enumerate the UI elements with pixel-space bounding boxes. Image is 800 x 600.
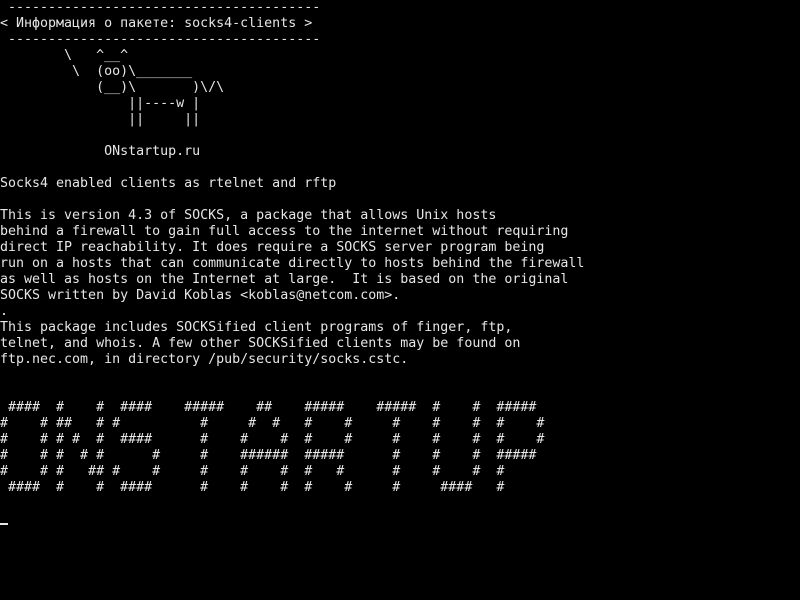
banner-art-line: #### # # #### ##### ## ##### ##### # # #… <box>0 400 537 415</box>
cowsay-border-bottom: --------------------------------------- <box>0 32 321 47</box>
description-line: behind a firewall to gain full access to… <box>0 224 569 239</box>
description-line: This package includes SOCKSified client … <box>0 320 513 335</box>
terminal-screen[interactable]: --------------------------------------- … <box>0 0 800 600</box>
description-line: as well as hosts on the Internet at larg… <box>0 272 569 287</box>
site-credit: ONstartup.ru <box>0 144 201 159</box>
banner-art-line: # # # ## # # # # # # # # # # # <box>0 464 505 479</box>
description-line: ftp.nec.com, in directory /pub/security/… <box>0 352 409 367</box>
cow-art-line: \ (oo)\_______ <box>0 64 193 79</box>
text-cursor <box>0 523 8 525</box>
package-summary: Socks4 enabled clients as rtelnet and rf… <box>0 176 337 191</box>
cowsay-message: < Информация о пакете: socks4-clients > <box>0 16 313 31</box>
description-line: . <box>0 304 9 319</box>
description-line: SOCKS written by David Koblas <koblas@ne… <box>0 288 401 303</box>
description-line: This is version 4.3 of SOCKS, a package … <box>0 208 497 223</box>
cow-art-line: \ ^__^ <box>0 48 129 63</box>
banner-art-line: # # # # # # # ###### ##### # # # ##### <box>0 448 537 463</box>
banner-art-line: # # ## # # # # # # # # # # # # <box>0 416 545 431</box>
banner-art-line: # # # # # #### # # # # # # # # # # <box>0 432 545 447</box>
description-line: run on a hosts that can communicate dire… <box>0 256 585 271</box>
banner-art-line: #### # # #### # # # # # # #### # <box>0 480 505 495</box>
description-line: direct IP reachability. It does require … <box>0 240 545 255</box>
cow-art-line: ||----w | <box>0 96 201 111</box>
cow-art-line: (__)\ )\/\ <box>0 80 225 95</box>
description-line: telnet, and whois. A few other SOCKSifie… <box>0 336 521 351</box>
cow-art-line: || || <box>0 112 201 127</box>
cowsay-border-top: --------------------------------------- <box>0 0 321 15</box>
